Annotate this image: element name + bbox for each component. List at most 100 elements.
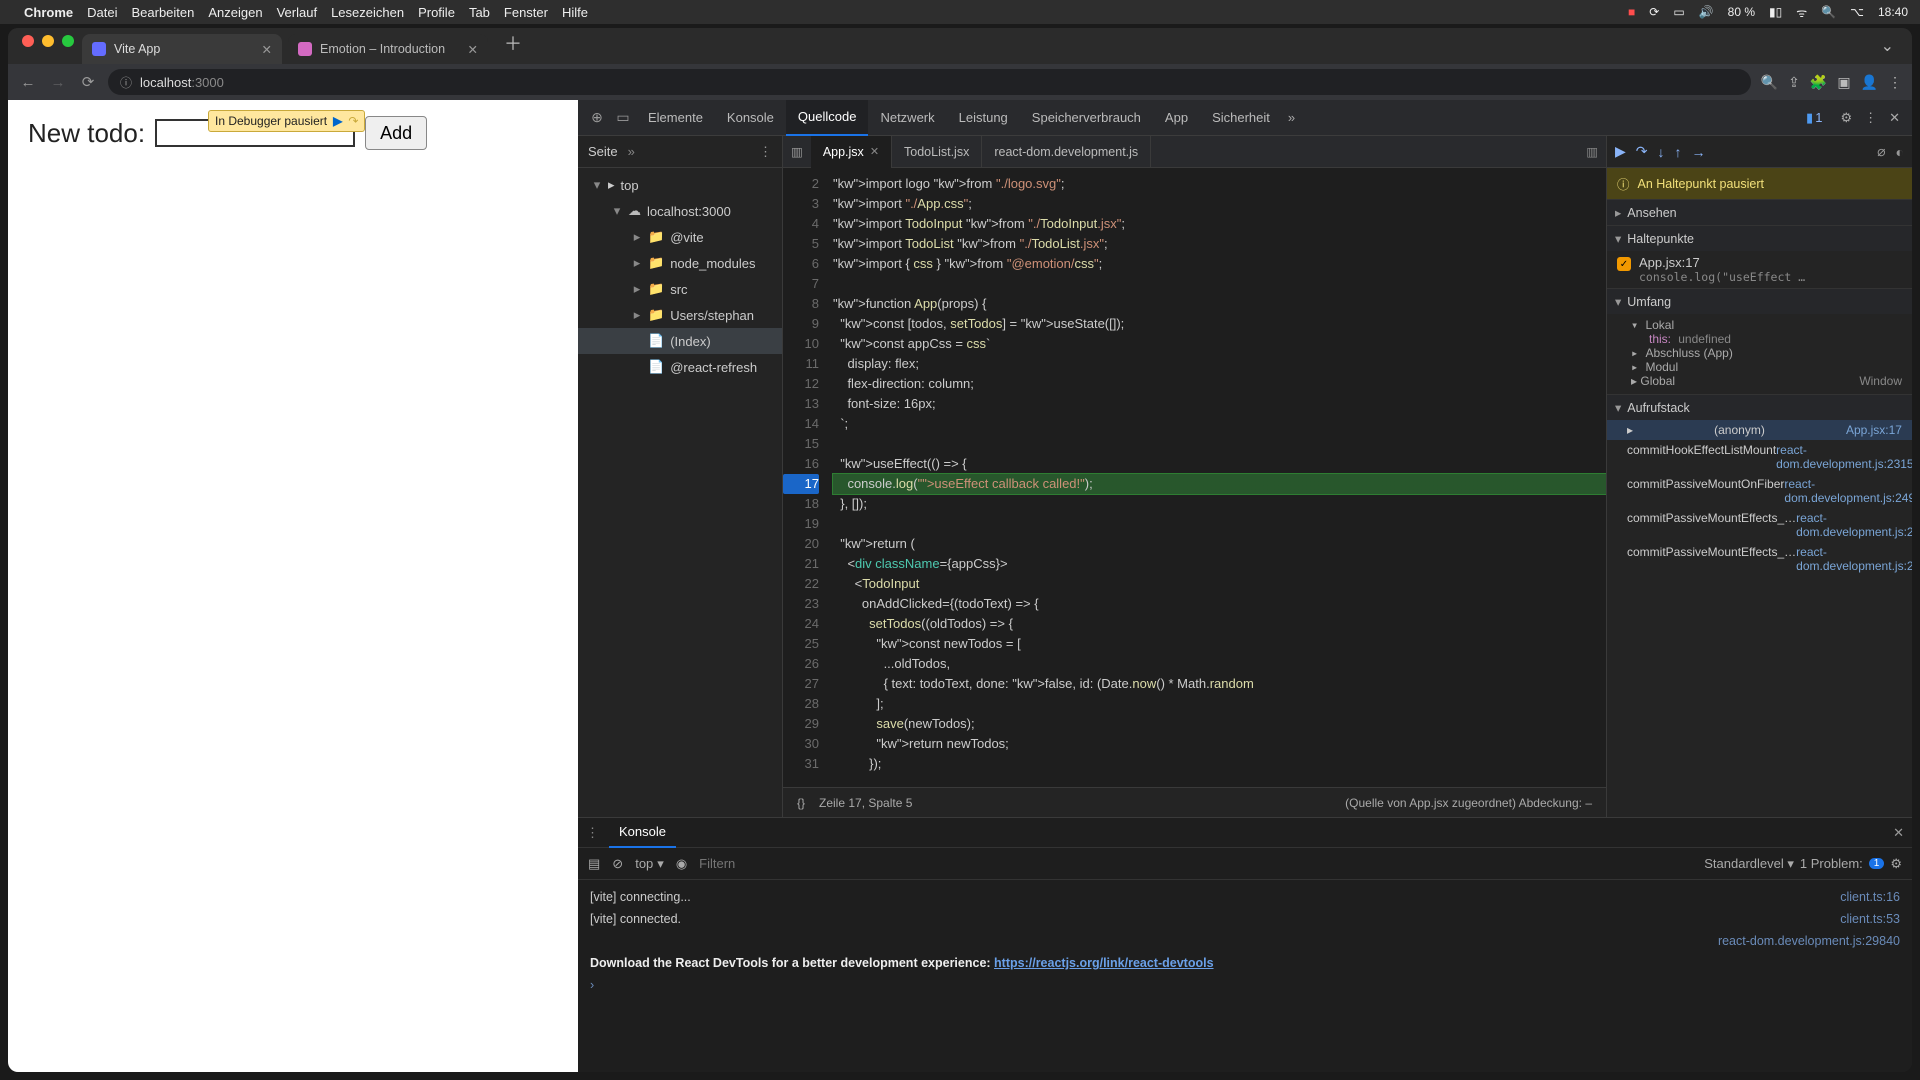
sidepanel-icon[interactable]: ▣ <box>1837 74 1850 91</box>
overlay-resume-icon[interactable]: ▶ <box>333 114 342 128</box>
console-live-icon[interactable]: ◉ <box>676 856 687 872</box>
nav-back-icon[interactable]: ← <box>18 74 38 91</box>
drawer-menu-icon[interactable]: ⋮ <box>586 825 599 841</box>
menu-tab[interactable]: Tab <box>469 5 490 20</box>
tree-file-index[interactable]: 📄(Index) <box>578 328 782 354</box>
site-info-icon[interactable]: ⓘ <box>120 74 132 91</box>
line-gutter[interactable]: 2345678910111213141516171819202122232425… <box>783 168 827 787</box>
panel-memory[interactable]: Speicherverbrauch <box>1020 100 1153 136</box>
console-prompt-icon[interactable]: › <box>590 974 594 996</box>
console-filter-input[interactable] <box>699 853 1692 875</box>
menu-edit[interactable]: Bearbeiten <box>131 5 194 20</box>
console-level-select[interactable]: Standardlevel ▾ <box>1704 856 1794 872</box>
drawer-tab-console[interactable]: Konsole <box>609 818 676 848</box>
menu-history[interactable]: Verlauf <box>277 5 317 20</box>
share-icon[interactable]: ⇪ <box>1788 74 1800 91</box>
extensions-icon[interactable]: 🧩 <box>1810 74 1827 91</box>
editor-tab-todolist[interactable]: TodoList.jsx <box>892 136 982 168</box>
browser-tab-vite[interactable]: Vite App ✕ <box>82 34 282 64</box>
status-control-center-icon[interactable]: ⌥ <box>1850 5 1864 19</box>
device-toggle-icon[interactable]: ▭ <box>610 109 636 126</box>
nav-forward-icon[interactable]: → <box>48 74 68 91</box>
breakpoint-checkbox[interactable]: ✓ <box>1617 257 1631 271</box>
panel-elements[interactable]: Elemente <box>636 100 715 136</box>
tree-folder-src[interactable]: ▸📁src <box>578 276 782 302</box>
window-close-icon[interactable] <box>22 35 34 47</box>
pause-exceptions-icon[interactable]: ◐ <box>1896 144 1904 160</box>
menu-file[interactable]: Datei <box>87 5 117 20</box>
browser-tab-emotion[interactable]: Emotion – Introduction ✕ <box>288 34 488 64</box>
callstack-frame[interactable]: commitPassiveMountEffects_…react-dom.dev… <box>1607 542 1912 576</box>
tab-dropdown-icon[interactable]: ⌄ <box>1871 36 1904 64</box>
code-editor[interactable]: 2345678910111213141516171819202122232425… <box>783 168 1606 787</box>
navigator-menu-icon[interactable]: ⋮ <box>759 144 772 160</box>
step-out-icon[interactable]: ↑ <box>1675 144 1682 160</box>
devtools-menu-icon[interactable]: ⋮ <box>1858 110 1883 126</box>
section-watch[interactable]: ▸Ansehen <box>1607 199 1912 225</box>
console-src[interactable]: client.ts:16 <box>1820 886 1900 908</box>
chrome-menu-icon[interactable]: ⋮ <box>1888 74 1902 91</box>
panel-performance[interactable]: Leistung <box>947 100 1020 136</box>
url-input[interactable]: ⓘ localhost:3000 <box>108 69 1751 95</box>
menu-view[interactable]: Anzeigen <box>208 5 262 20</box>
console-src[interactable]: client.ts:53 <box>1820 908 1900 930</box>
navigator-overflow-icon[interactable]: » <box>628 144 635 159</box>
step-over-icon[interactable]: ↷ <box>1636 143 1648 160</box>
callstack-frame[interactable]: commitPassiveMountOnFiberreact-dom.devel… <box>1607 474 1912 508</box>
devtools-settings-icon[interactable]: ⚙ <box>1834 110 1858 126</box>
callstack-frame[interactable]: ▸ (anonym)App.jsx:17 <box>1607 420 1912 440</box>
issues-count[interactable]: 1 <box>1815 110 1822 125</box>
section-callstack[interactable]: ▾Aufrufstack <box>1607 394 1912 420</box>
tree-top[interactable]: ▾▸top <box>578 172 782 198</box>
panel-console[interactable]: Konsole <box>715 100 786 136</box>
panel-network[interactable]: Netzwerk <box>868 100 946 136</box>
tree-folder-node-modules[interactable]: ▸📁node_modules <box>578 250 782 276</box>
editor-tab-app[interactable]: App.jsx✕ <box>811 136 892 168</box>
devtools-link[interactable]: https://reactjs.org/link/react-devtools <box>994 956 1214 970</box>
console-problem-count[interactable]: 1 <box>1869 858 1885 869</box>
deactivate-breakpoints-icon[interactable]: ⌀ <box>1877 143 1885 160</box>
panel-security[interactable]: Sicherheit <box>1200 100 1282 136</box>
close-icon[interactable]: ✕ <box>870 145 879 158</box>
editor-history-icon[interactable]: ▥ <box>783 144 811 159</box>
devtools-close-icon[interactable]: ✕ <box>1883 110 1906 126</box>
panel-sources[interactable]: Quellcode <box>786 100 869 136</box>
format-icon[interactable]: {} <box>797 796 805 810</box>
overlay-step-icon[interactable]: ↷ <box>348 114 358 128</box>
window-traffic-lights[interactable] <box>16 35 82 57</box>
status-search-icon[interactable]: 🔍 <box>1821 5 1836 19</box>
step-icon[interactable]: → <box>1692 144 1706 160</box>
tab-close-icon[interactable]: ✕ <box>468 42 478 57</box>
menu-profiles[interactable]: Profile <box>418 5 455 20</box>
callstack-frame[interactable]: commitPassiveMountEffects_…react-dom.dev… <box>1607 508 1912 542</box>
menu-window[interactable]: Fenster <box>504 5 548 20</box>
console-clear-icon[interactable]: ⊘ <box>612 856 623 872</box>
code-content[interactable]: "kw">import logo "kw">from "./logo.svg";… <box>827 168 1606 787</box>
active-app-name[interactable]: Chrome <box>24 5 73 20</box>
scope-closure[interactable]: ▸ Abschluss (App) <box>1631 346 1902 360</box>
console-sidebar-icon[interactable]: ▤ <box>588 856 600 872</box>
scope-local[interactable]: ▾ Lokal <box>1631 318 1902 332</box>
tree-folder-vite[interactable]: ▸📁@vite <box>578 224 782 250</box>
resume-icon[interactable]: ▶ <box>1615 143 1626 160</box>
window-minimize-icon[interactable] <box>42 35 54 47</box>
console-output[interactable]: [vite] connecting...client.ts:16 [vite] … <box>578 880 1912 1072</box>
profile-icon[interactable]: 👤 <box>1861 74 1878 91</box>
console-context[interactable]: top▾ <box>635 856 664 872</box>
nav-reload-icon[interactable]: ⟳ <box>78 73 98 91</box>
new-tab-button[interactable]: ＋ <box>494 30 532 64</box>
step-into-icon[interactable]: ↓ <box>1658 144 1665 160</box>
menu-bookmarks[interactable]: Lesezeichen <box>331 5 404 20</box>
inspect-element-icon[interactable]: ⊕ <box>584 109 610 126</box>
console-src[interactable]: react-dom.development.js:29840 <box>1698 930 1900 952</box>
callstack-frame[interactable]: commitHookEffectListMountreact-dom.devel… <box>1607 440 1912 474</box>
add-button[interactable]: Add <box>365 116 427 150</box>
tree-folder-users[interactable]: ▸📁Users/stephan <box>578 302 782 328</box>
issues-icon[interactable]: ▮ <box>1806 110 1813 126</box>
section-scope[interactable]: ▾Umfang <box>1607 288 1912 314</box>
console-settings-icon[interactable]: ⚙ <box>1890 856 1902 872</box>
editor-more-icon[interactable]: ▥ <box>1578 144 1606 159</box>
tab-close-icon[interactable]: ✕ <box>262 42 272 57</box>
panel-application[interactable]: App <box>1153 100 1200 136</box>
tree-origin[interactable]: ▾☁localhost:3000 <box>578 198 782 224</box>
